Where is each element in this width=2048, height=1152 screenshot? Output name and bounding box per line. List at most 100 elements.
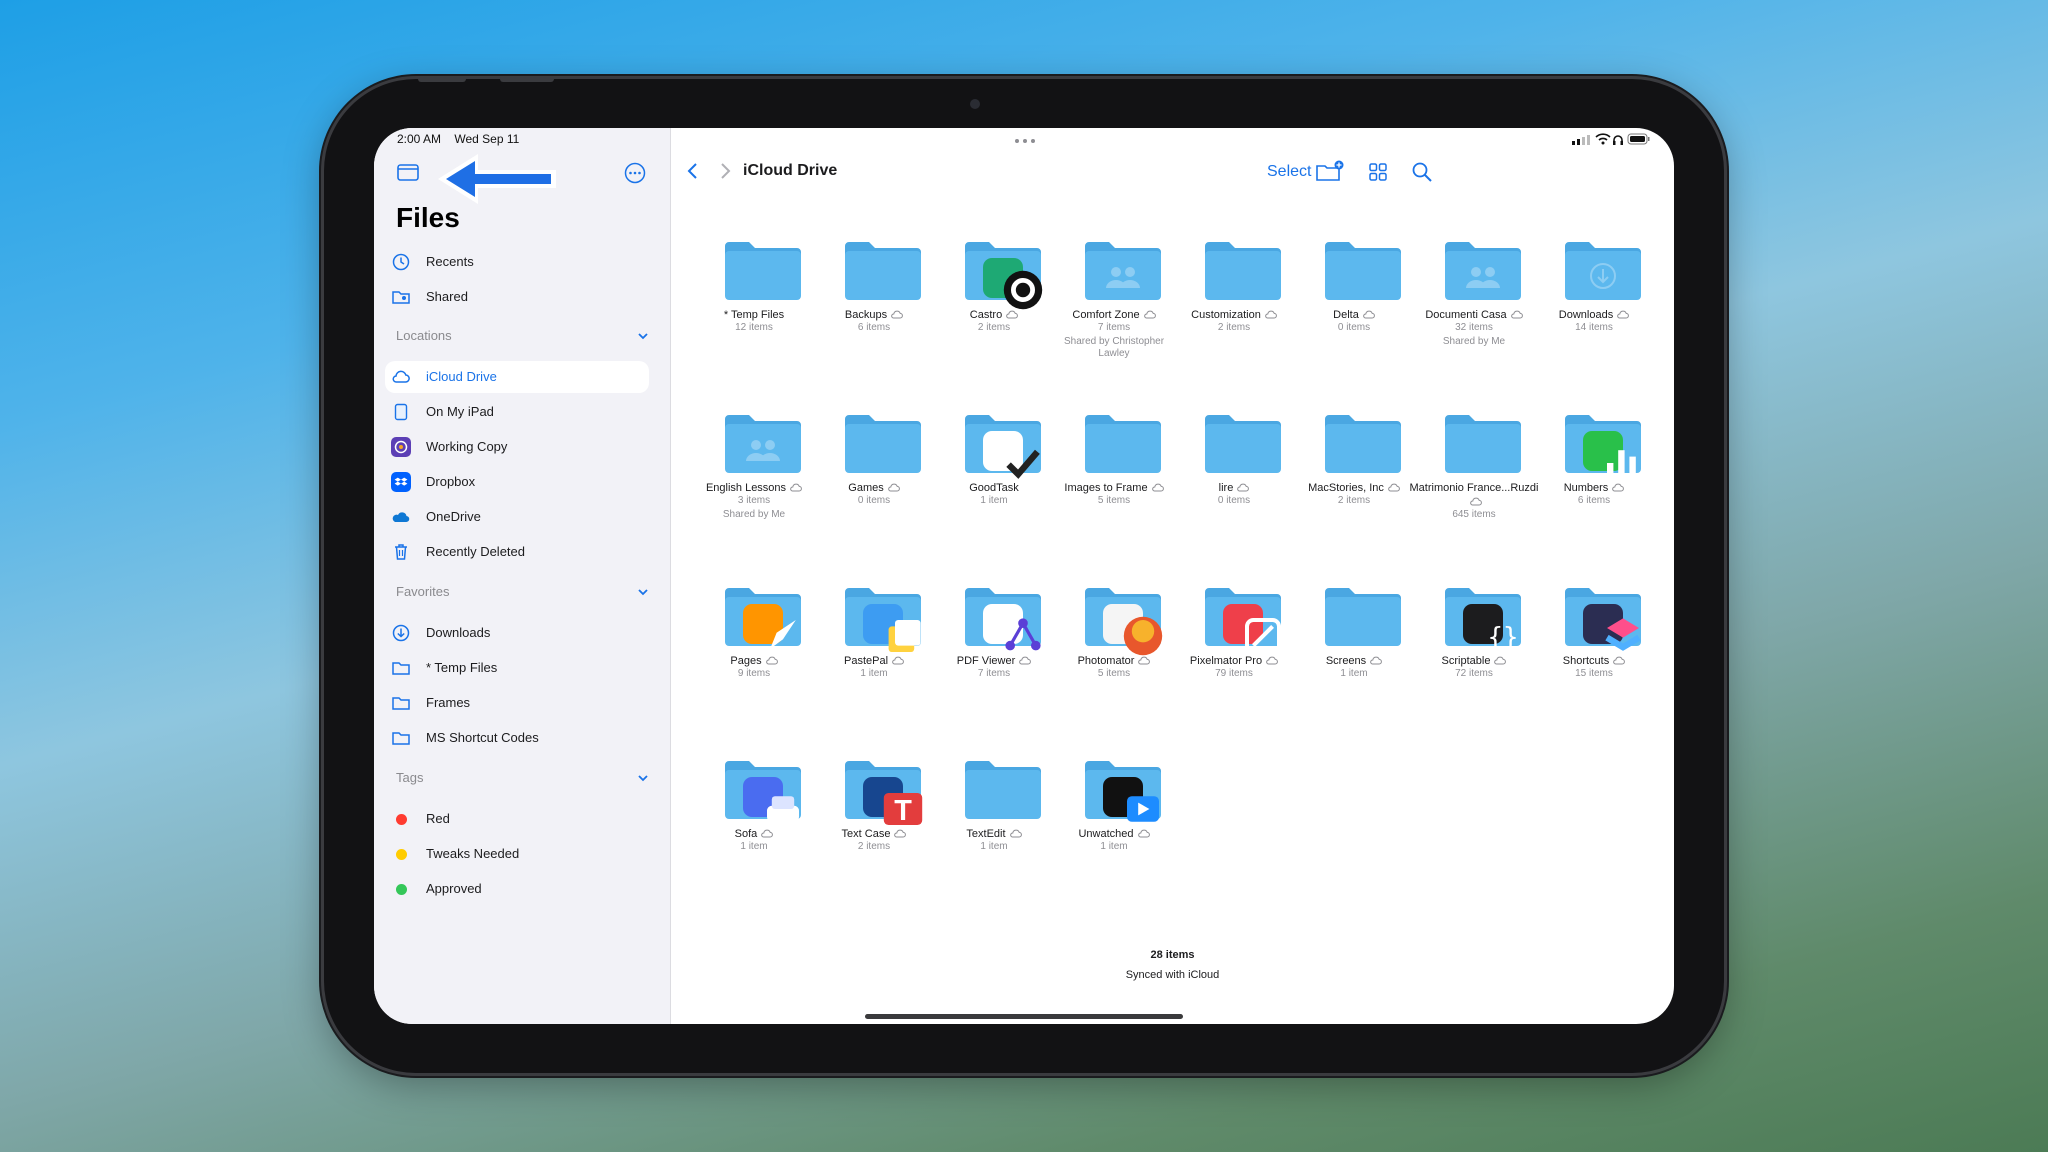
grid-view-icon[interactable] (1368, 162, 1388, 182)
folder-icon (1203, 238, 1283, 302)
cloud-download-icon[interactable] (789, 483, 802, 492)
clock-icon (392, 253, 410, 271)
cloud-download-icon[interactable] (1387, 483, 1400, 492)
cloud-download-icon[interactable] (891, 656, 904, 665)
folder-name: Customization (1168, 308, 1300, 322)
sidebar-item-tag-red[interactable]: Red (385, 803, 649, 835)
sidebar-item-frames[interactable]: Frames (385, 687, 649, 719)
cloud-download-icon[interactable] (1151, 483, 1164, 492)
folder-name-text: Scriptable (1441, 655, 1491, 667)
cloud-download-icon[interactable] (1137, 656, 1151, 665)
folder-icon (1083, 411, 1163, 475)
cloud-download-icon[interactable] (1236, 483, 1250, 492)
folder-name-text: Numbers (1563, 482, 1609, 494)
folder-item-count: 1 item (860, 668, 888, 679)
sidebar-item-dropbox[interactable]: Dropbox (385, 466, 649, 498)
sidebar-item-downloads[interactable]: Downloads (385, 617, 649, 649)
cloud-download-icon[interactable] (1493, 656, 1507, 665)
sidebar-item-on-my-ipad[interactable]: On My iPad (385, 396, 649, 428)
sidebar-item-ms-shortcut-codes[interactable]: MS Shortcut Codes (385, 722, 649, 754)
chevron-down-icon[interactable] (636, 329, 650, 343)
cloud-download-icon[interactable] (760, 829, 774, 838)
pdfviewer-app-icon (983, 604, 1041, 651)
folder-icon (1323, 238, 1403, 302)
battery-icon (1627, 133, 1650, 145)
folder-icon (963, 238, 1043, 310)
chevron-down-icon[interactable] (636, 771, 650, 785)
folder-name-text: Matrimonio France...Ruzdi (1409, 482, 1539, 494)
cloud-download-icon[interactable] (1005, 310, 1019, 319)
folder-name-text: Shortcuts (1562, 655, 1610, 667)
cloud-download-icon[interactable] (1369, 656, 1383, 665)
select-button[interactable]: Select (1267, 163, 1311, 181)
tag-color-dot (396, 814, 407, 825)
forward-chevron-icon[interactable] (717, 161, 733, 181)
cloud-download-icon[interactable] (1018, 656, 1032, 665)
folder-name: Castro (928, 308, 1060, 322)
sidebar-item-shared[interactable]: Shared (385, 281, 649, 313)
cloud-download-icon[interactable] (1362, 310, 1375, 319)
folder-item-count: 1 item (980, 495, 1008, 506)
folder-name-text: Downloads (1558, 309, 1614, 321)
cloud-download-icon[interactable] (1009, 829, 1022, 838)
sidebar-item-temp-files[interactable]: * Temp Files (385, 652, 649, 684)
folder-name-text: Delta (1333, 309, 1359, 321)
folder-name: Downloads (1528, 308, 1660, 322)
folder-name: lire (1168, 481, 1300, 495)
folder-name: English Lessons (688, 481, 820, 495)
folder-name: PastePal (808, 654, 940, 668)
folder-icon (1563, 411, 1643, 479)
sidebar-item-onedrive[interactable]: OneDrive (385, 501, 649, 533)
cloud-download-icon[interactable] (1469, 497, 1482, 506)
back-chevron-icon[interactable] (685, 161, 701, 181)
cloud-download-icon[interactable] (1265, 656, 1278, 665)
sidebar-item-recently-deleted[interactable]: Recently Deleted (385, 536, 649, 568)
shared-people-icon (746, 440, 780, 461)
chevron-down-icon[interactable] (636, 585, 650, 599)
new-folder-icon[interactable] (1315, 160, 1345, 182)
multitasking-dots-icon[interactable] (1013, 138, 1037, 144)
sidebar-toggle-icon[interactable] (397, 164, 419, 181)
folder-name-text: Pixelmator Pro (1189, 655, 1263, 667)
folder-item-count: 14 items (1575, 322, 1613, 333)
folder-name-text: Images to Frame (1064, 482, 1148, 494)
folder-icon (843, 411, 923, 475)
cloud-download-icon[interactable] (1611, 483, 1625, 492)
sidebar-item-icloud-drive[interactable]: iCloud Drive (385, 361, 649, 393)
sidebar-item-label: Working Copy (426, 439, 508, 454)
cloud-download-icon[interactable] (1510, 310, 1523, 319)
cloud-download-icon[interactable] (765, 656, 778, 665)
folder-name: Images to Frame (1048, 481, 1180, 495)
search-icon[interactable] (1411, 161, 1433, 183)
sidebar-item-tag-approved[interactable]: Approved (385, 873, 649, 905)
cloud-download-icon[interactable] (1616, 310, 1630, 319)
folder-name: GoodTask (928, 481, 1060, 495)
section-header-favorites: Favorites (396, 584, 450, 599)
sidebar-item-working-copy[interactable]: Working Copy (385, 431, 649, 463)
cloud-download-icon[interactable] (890, 310, 903, 319)
folder-item-count: 6 items (857, 322, 891, 333)
cloud-download-icon[interactable] (1264, 310, 1277, 319)
folder-icon (963, 584, 1043, 651)
folder-name-text: Comfort Zone (1072, 309, 1140, 321)
sidebar-item-recents[interactable]: Recents (385, 246, 649, 278)
folder-name: Backups (808, 308, 940, 322)
folder-name-text: GoodTask (969, 482, 1019, 494)
cloud-download-icon[interactable] (893, 829, 907, 838)
folder-item-count: 2 items (977, 322, 1011, 333)
folder-item-count: 645 items (1452, 509, 1496, 520)
sidebar-item-label: Downloads (426, 625, 491, 640)
sofa-app-icon (743, 777, 799, 822)
sidebar-item-tag-tweaks-needed[interactable]: Tweaks Needed (385, 838, 649, 870)
folder-icon (392, 662, 410, 675)
folder-name-text: Pages (730, 655, 762, 667)
more-options-icon[interactable] (624, 162, 646, 184)
pastepal-app-icon (863, 604, 921, 652)
cloud-download-icon[interactable] (887, 483, 900, 492)
home-indicator[interactable] (865, 1014, 1183, 1019)
folder-name-text: * Temp Files (723, 309, 785, 321)
cloud-download-icon[interactable] (1143, 310, 1156, 319)
cloud-download-icon[interactable] (1137, 829, 1150, 838)
sidebar-item-label: Shared (426, 289, 468, 304)
cloud-download-icon[interactable] (1612, 656, 1626, 665)
